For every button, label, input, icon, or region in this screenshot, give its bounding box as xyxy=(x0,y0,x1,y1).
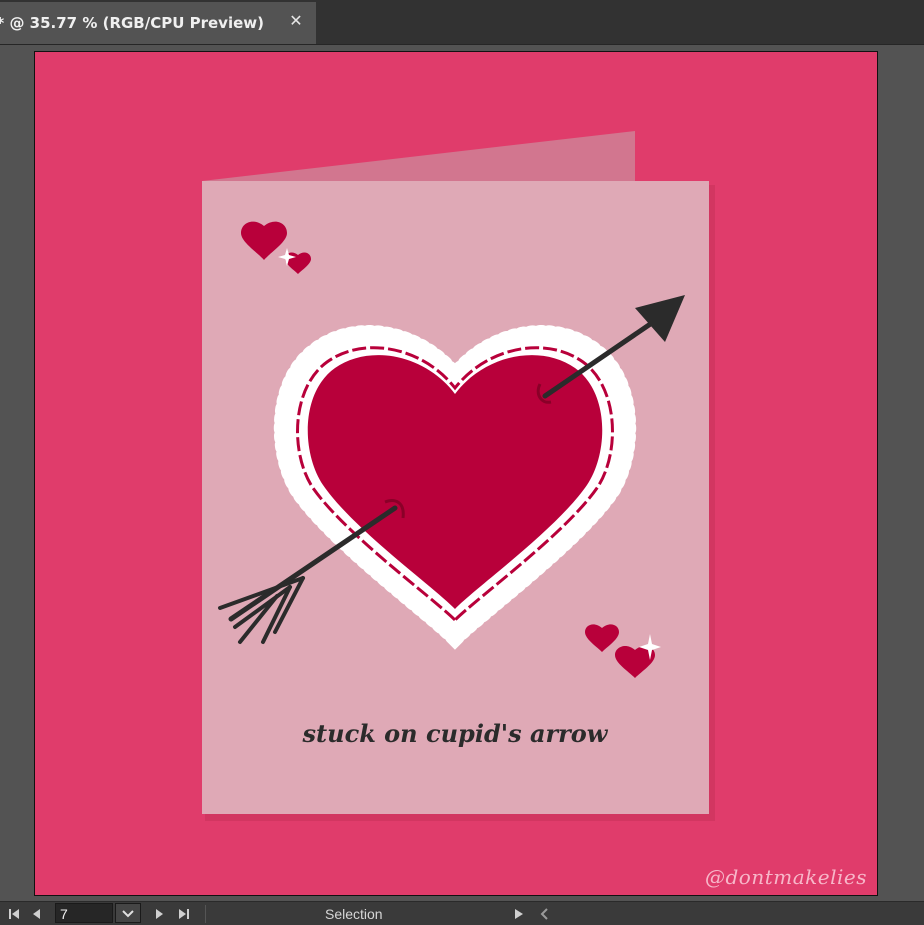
last-page-icon[interactable] xyxy=(176,906,192,922)
page-number-field[interactable]: 7 xyxy=(55,903,113,923)
document-tab-title: s.ai* @ 35.77 % (RGB/CPU Preview) xyxy=(0,14,264,32)
card-caption: stuck on cupid's arrow xyxy=(302,719,609,748)
artboard[interactable]: stuck on cupid's arrow @dontmakelies xyxy=(34,51,878,896)
current-tool-label: Selection xyxy=(325,906,383,922)
status-divider xyxy=(205,905,206,923)
watermark: @dontmakelies xyxy=(705,865,867,889)
close-tab-icon[interactable]: ✕ xyxy=(286,11,306,31)
next-page-icon[interactable] xyxy=(152,906,168,922)
prev-page-icon[interactable] xyxy=(28,906,44,922)
card-back-flap xyxy=(202,131,635,181)
card-illustration: stuck on cupid's arrow xyxy=(202,131,715,821)
play-icon[interactable] xyxy=(511,906,527,922)
chevron-left-icon[interactable] xyxy=(537,906,553,922)
document-tab-bar: s.ai* @ 35.77 % (RGB/CPU Preview) ✕ xyxy=(0,0,924,45)
page-dropdown-button[interactable] xyxy=(115,903,141,923)
status-bar: 7 Selection xyxy=(0,901,924,925)
first-page-icon[interactable] xyxy=(6,906,22,922)
document-tab[interactable]: s.ai* @ 35.77 % (RGB/CPU Preview) ✕ xyxy=(0,2,316,44)
chevron-down-icon xyxy=(122,910,134,918)
